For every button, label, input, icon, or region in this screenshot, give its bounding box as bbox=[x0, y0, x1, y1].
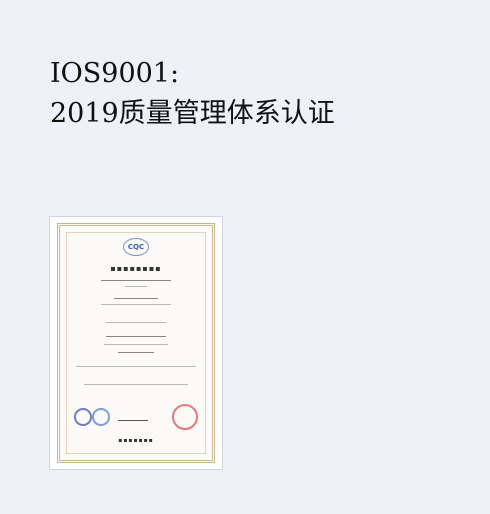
certificate-text-line bbox=[104, 344, 168, 345]
seal-icon bbox=[92, 408, 110, 426]
certificate-text-line bbox=[101, 280, 171, 281]
certificate-text-line bbox=[101, 304, 171, 305]
certificate-text-line bbox=[106, 322, 166, 323]
certificate-text-line bbox=[76, 366, 196, 367]
certification-card: IOS9001: 2019质量管理体系认证 CQC ▪▪▪▪▪▪▪▪ ▪▪▪▪▪… bbox=[0, 0, 490, 514]
seal-icon bbox=[74, 408, 92, 426]
certificate-seals bbox=[74, 404, 198, 430]
certificate-heading-graphic: ▪▪▪▪▪▪▪▪ bbox=[110, 264, 162, 273]
certification-title: IOS9001: 2019质量管理体系认证 bbox=[50, 54, 335, 134]
certificate-footer-graphic: ▪▪▪▪▪▪▪ bbox=[118, 437, 154, 444]
certificate-text-line bbox=[125, 286, 147, 287]
certificate-image: CQC ▪▪▪▪▪▪▪▪ ▪▪▪▪▪▪▪ bbox=[57, 223, 215, 463]
title-line-1: IOS9001: bbox=[50, 58, 180, 89]
certificate-text-line bbox=[118, 352, 154, 353]
certificate-text-line bbox=[106, 336, 166, 337]
title-line-2: 2019质量管理体系认证 bbox=[50, 98, 335, 129]
certificate-text-line bbox=[114, 298, 158, 299]
signature-icon bbox=[118, 412, 148, 421]
certificate-thumbnail[interactable]: CQC ▪▪▪▪▪▪▪▪ ▪▪▪▪▪▪▪ bbox=[49, 216, 223, 470]
certificate-text-line bbox=[84, 384, 188, 385]
red-seal-icon bbox=[172, 404, 198, 430]
certification-logo-icon: CQC bbox=[123, 238, 149, 256]
